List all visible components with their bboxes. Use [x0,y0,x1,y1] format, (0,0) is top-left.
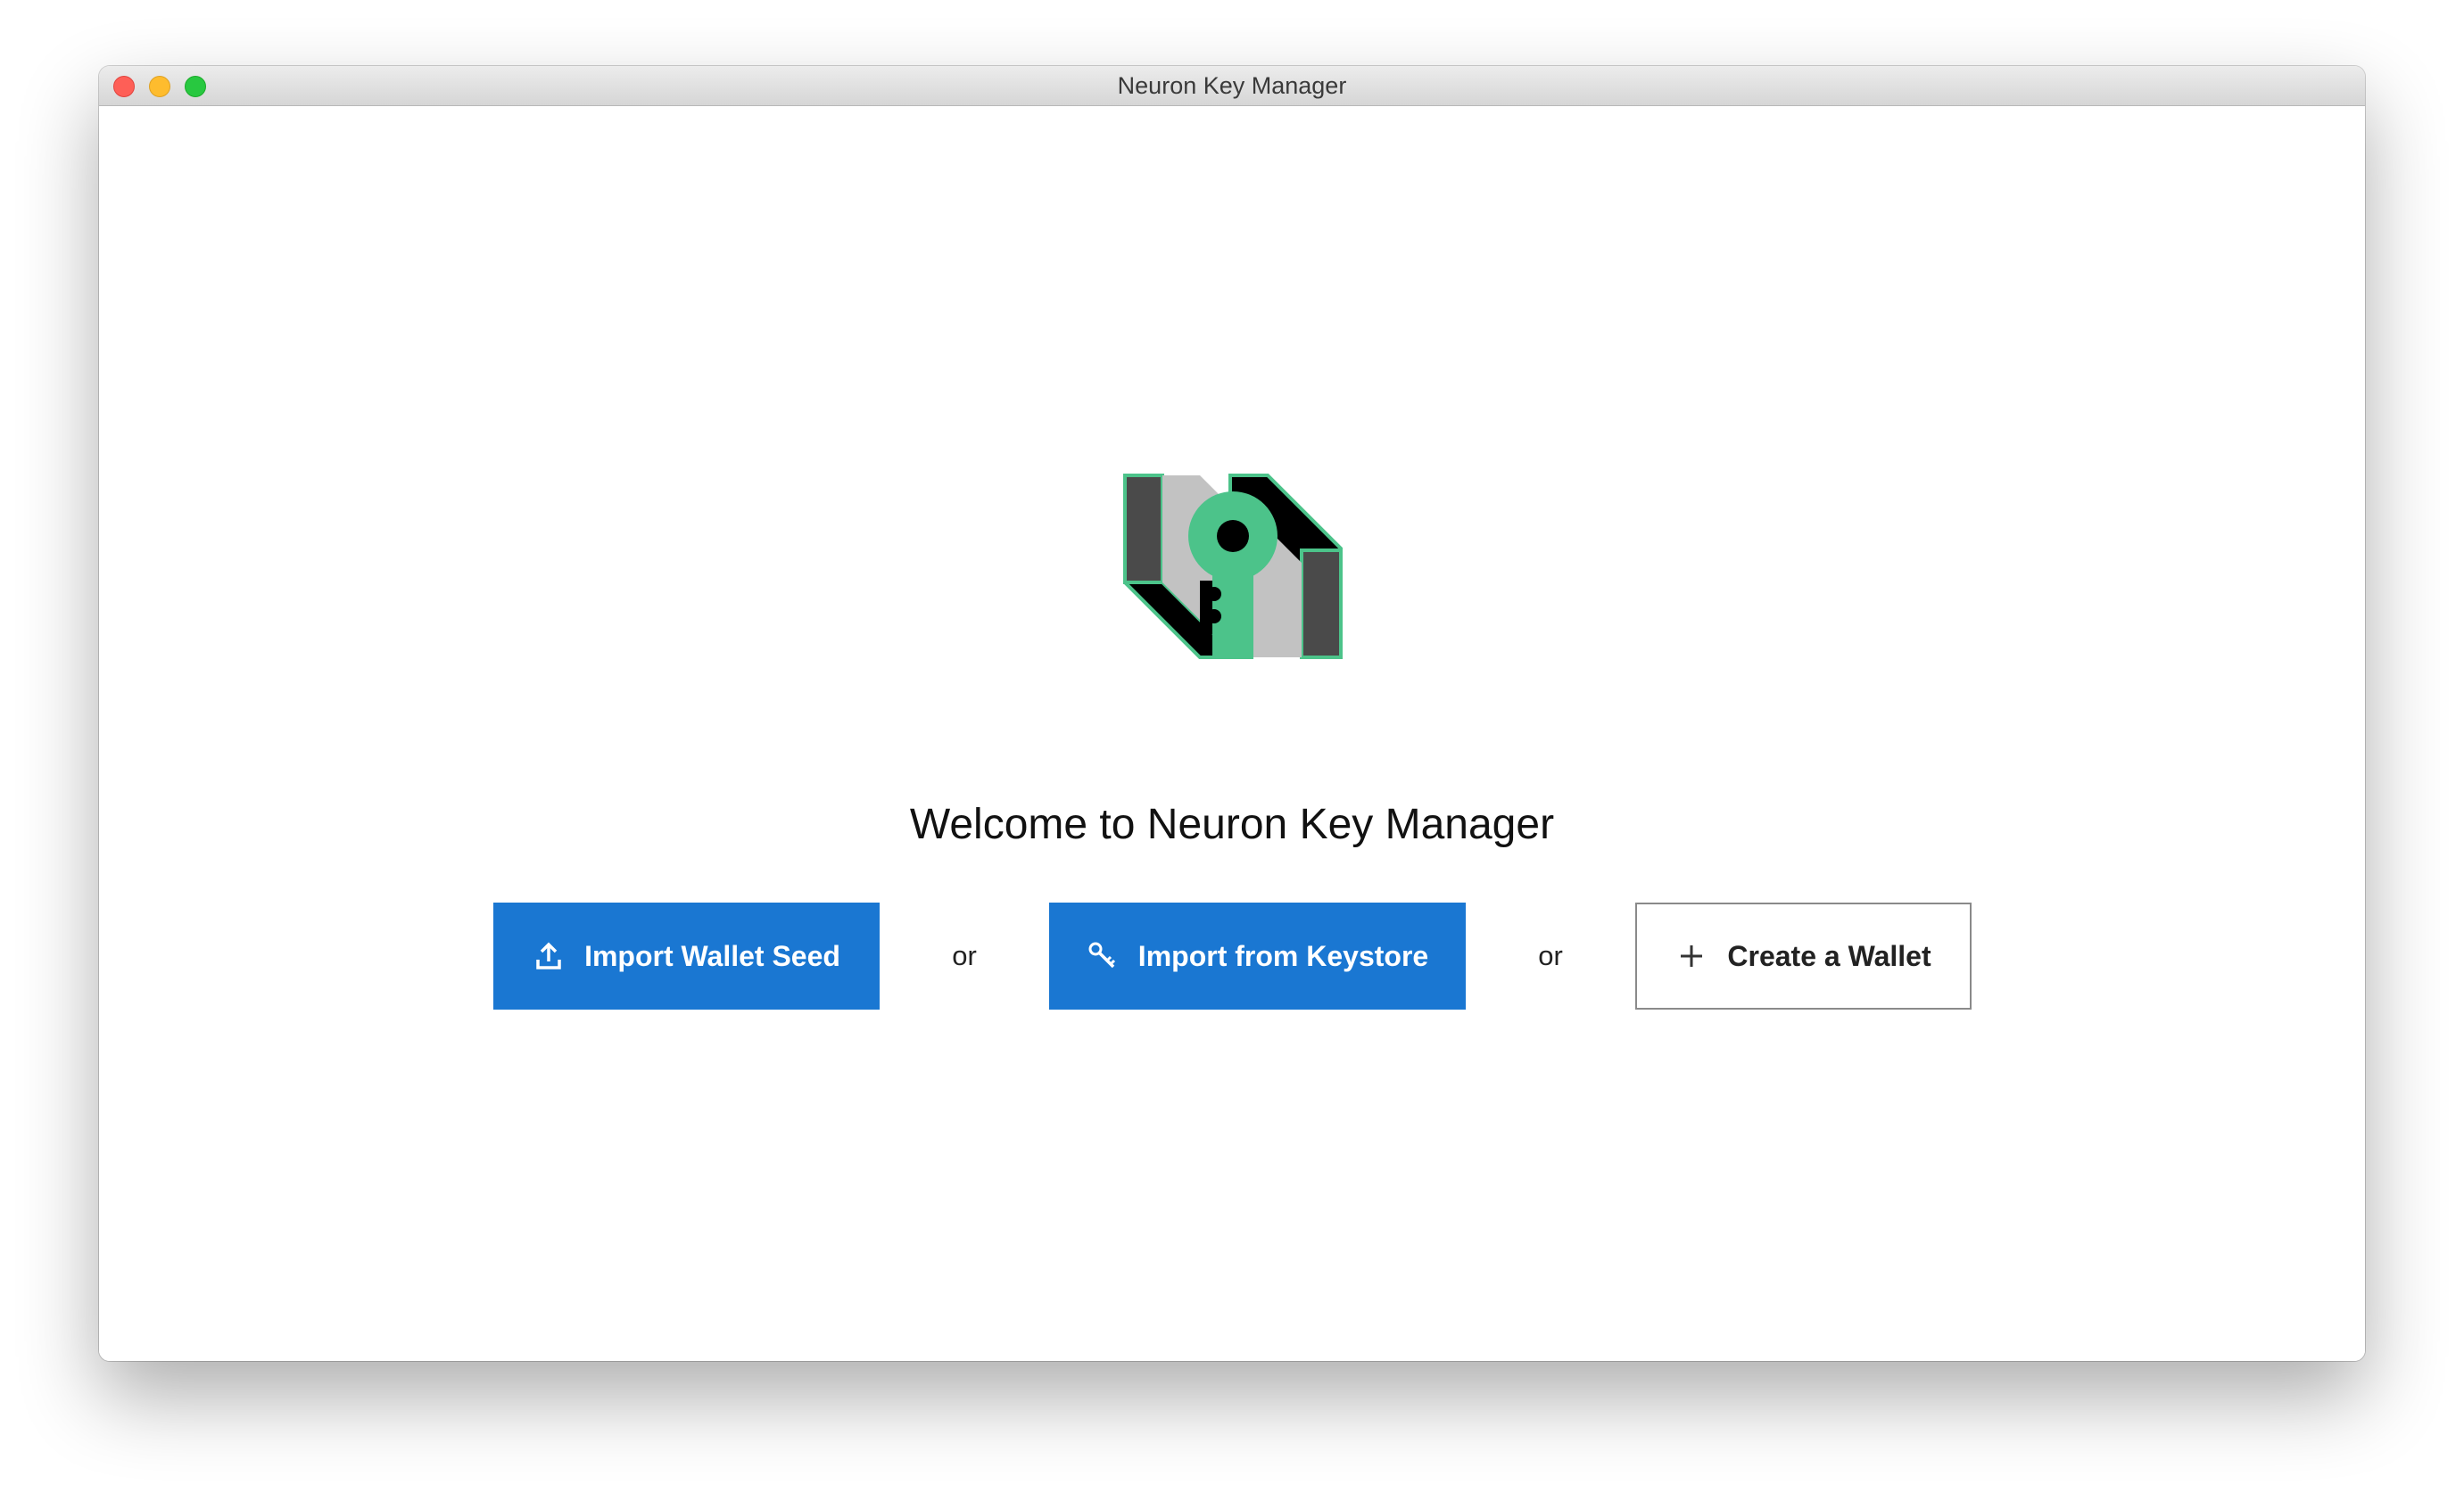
create-wallet-label: Create a Wallet [1727,939,1931,972]
separator-or: or [952,940,977,971]
import-from-keystore-button[interactable]: Import from Keystore [1049,903,1466,1010]
title-bar[interactable]: Neuron Key Manager [99,66,2365,106]
plus-icon [1675,940,1707,972]
import-wallet-seed-label: Import Wallet Seed [584,939,840,972]
import-wallet-seed-button[interactable]: Import Wallet Seed [493,903,880,1010]
create-wallet-button[interactable]: Create a Wallet [1635,903,1972,1010]
neuron-key-logo [1123,474,1343,659]
app-window: Neuron Key Manager Welcome to Neuron Key… [99,66,2365,1361]
welcome-screen: Welcome to Neuron Key Manager Import Wal… [99,106,2365,1361]
upload-icon [533,940,565,972]
welcome-heading: Welcome to Neuron Key Manager [909,801,1555,848]
separator-or: or [1538,940,1563,971]
import-from-keystore-label: Import from Keystore [1137,939,1429,972]
window-title: Neuron Key Manager [1117,72,1347,99]
key-icon [1087,940,1119,972]
